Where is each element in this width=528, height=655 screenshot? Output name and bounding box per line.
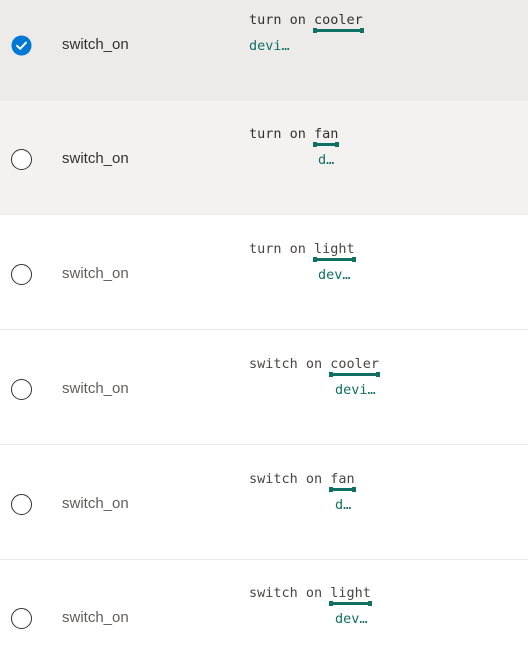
entity-type-label: dev… [335,611,368,627]
utterance-prefix: turn on [249,241,315,257]
utterance-prefix: switch on [249,471,331,487]
utterance-text: switch on fan d… [249,470,449,514]
utterance-text: turn on cooler devi… [249,11,449,55]
utterance-text: turn on light dev… [249,240,449,284]
row-select-radio[interactable] [11,264,32,285]
utterance-text: switch on light dev… [249,584,449,628]
row-select-radio[interactable] [11,35,32,56]
utterance-row[interactable]: switch_on switch on cooler devi… [0,331,528,445]
utterance-prefix: switch on [249,356,331,372]
checkmark-circle-icon [11,35,32,56]
row-select-radio[interactable] [11,149,32,170]
intent-label: switch_on [62,36,129,53]
entity-highlight[interactable]: cooler [329,355,381,377]
row-select-radio[interactable] [11,608,32,629]
intent-label: switch_on [62,150,129,167]
intent-label: switch_on [62,495,129,512]
entity-highlight[interactable]: fan [329,470,356,492]
entity-type-label: devi… [249,38,290,54]
row-select-radio[interactable] [11,379,32,400]
utterance-text: switch on cooler devi… [249,355,449,399]
utterance-row[interactable]: switch_on switch on fan d… [0,446,528,560]
entity-text: light [330,585,371,601]
row-select-radio[interactable] [11,494,32,515]
utterance-prefix: switch on [249,585,331,601]
intent-label: switch_on [62,380,129,397]
entity-highlight[interactable]: fan [313,125,340,147]
entity-type-label: dev… [318,267,351,283]
utterance-prefix: turn on [249,12,315,28]
entity-text: fan [314,126,339,142]
entity-text: cooler [330,356,380,372]
entity-type-label: d… [318,152,335,168]
utterance-list: switch_on turn on cooler devi… switch_on… [0,0,528,655]
utterance-prefix: turn on [249,126,315,142]
entity-highlight[interactable]: light [329,584,372,606]
utterance-row[interactable]: switch_on switch on light dev… [0,560,528,655]
entity-highlight[interactable]: cooler [313,11,364,33]
entity-text: light [314,241,355,257]
entity-highlight[interactable]: light [313,240,356,262]
utterance-row[interactable]: switch_on turn on cooler devi… [0,0,528,101]
utterance-row[interactable]: switch_on turn on fan d… [0,101,528,215]
entity-text: fan [330,471,355,487]
utterance-row[interactable]: switch_on turn on light dev… [0,216,528,330]
entity-text: cooler [314,12,363,28]
intent-label: switch_on [62,609,129,626]
entity-type-label: d… [335,497,352,513]
entity-type-label: devi… [335,382,376,398]
intent-label: switch_on [62,265,129,282]
utterance-text: turn on fan d… [249,125,449,169]
